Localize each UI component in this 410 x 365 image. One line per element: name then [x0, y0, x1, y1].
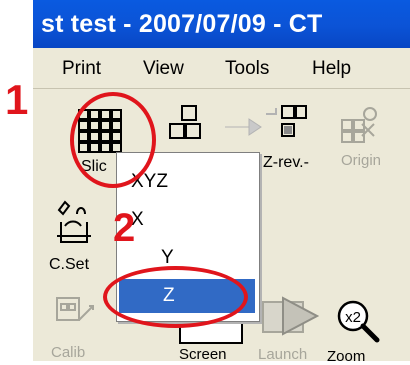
highlight-circle-slice: [70, 92, 156, 188]
menu-help[interactable]: Help: [312, 58, 351, 80]
menu-tools[interactable]: Tools: [225, 58, 269, 80]
menu-bar: Print View Tools Help: [33, 48, 410, 88]
bottle-icon: [57, 200, 91, 243]
calib-icon: [56, 297, 94, 321]
calib-button[interactable]: Calib: [49, 290, 107, 361]
zoom-icon: x2: [337, 300, 380, 343]
layer-icon[interactable]: [168, 104, 202, 144]
screen-label: Screen: [179, 346, 227, 363]
calib-label: Calib: [51, 344, 86, 361]
launch-button[interactable]: Launch: [255, 294, 325, 363]
arrow-icon: [225, 118, 262, 136]
toolbar-divider: [33, 88, 410, 89]
zoom-label: Zoom: [327, 348, 366, 365]
z-rev-label: Z-rev.-: [263, 154, 309, 171]
menu-view[interactable]: View: [143, 58, 184, 80]
origin-button[interactable]: Origin: [338, 104, 410, 184]
window-title: st test - 2007/07/09 - CT: [41, 10, 323, 38]
launch-icon: [262, 296, 319, 336]
menu-print[interactable]: Print: [62, 58, 101, 80]
launch-label: Launch: [258, 346, 308, 363]
highlight-circle-z: [103, 266, 248, 328]
c-set-button[interactable]: C.Set: [47, 200, 107, 282]
step-number-1: 1: [5, 76, 29, 123]
z-rev-button[interactable]: Z-rev.-: [258, 104, 318, 184]
origin-icon: [341, 107, 377, 143]
step-number-2: 2: [113, 206, 136, 250]
c-set-label: C.Set: [49, 256, 90, 273]
z-rev-icon: [266, 105, 307, 137]
zoom-button[interactable]: x2 Zoom: [327, 296, 389, 365]
svg-text:x2: x2: [345, 309, 361, 326]
window-title-bar: st test - 2007/07/09 - CT: [33, 0, 410, 48]
origin-label: Origin: [341, 152, 382, 169]
